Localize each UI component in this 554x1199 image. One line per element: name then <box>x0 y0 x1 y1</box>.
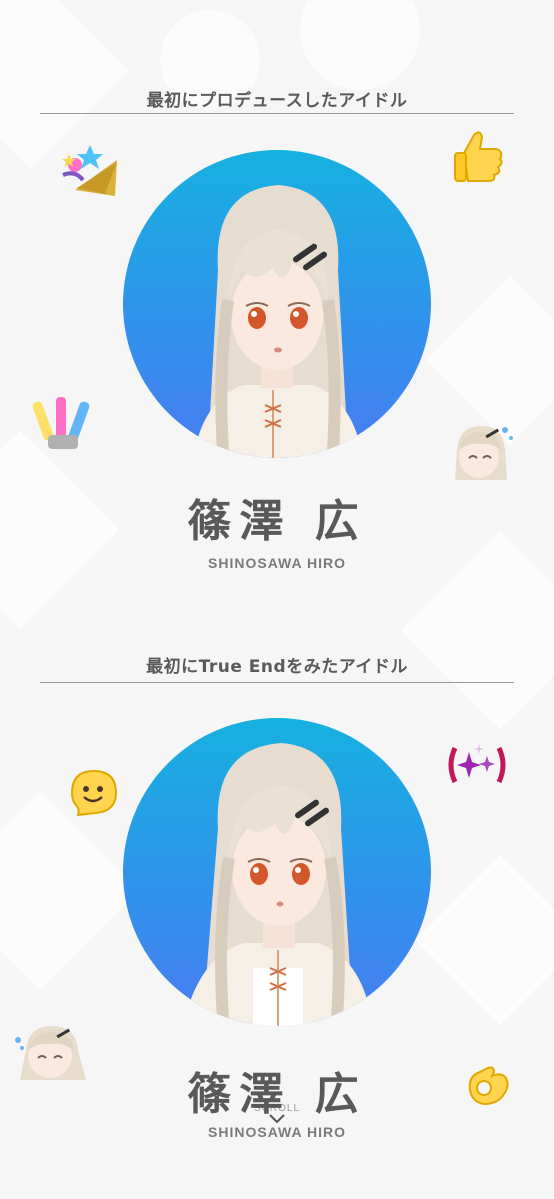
idol-name-jp: 篠澤 広 <box>187 496 367 547</box>
idol-name-en: SHINOSAWA HIRO <box>208 1124 346 1140</box>
idol-portrait[interactable] <box>123 150 431 458</box>
section-title: 最初にTrue Endをみたアイドル <box>146 657 408 677</box>
penlights-icon <box>30 395 102 459</box>
section-divider <box>40 113 514 114</box>
idol-portrait[interactable] <box>123 718 431 1026</box>
section-first-produced: 最初にプロデュースしたアイドル 篠澤 広 SHINOSAWA HIRO <box>0 0 554 600</box>
section-title: 最初にプロデュースしたアイドル <box>146 91 408 111</box>
smiley-icon <box>66 765 122 823</box>
section-divider <box>40 682 514 683</box>
idol-name-en: SHINOSAWA HIRO <box>208 555 346 571</box>
idol-illustration <box>193 185 363 458</box>
party-popper-icon <box>55 140 127 204</box>
idol-illustration <box>183 743 373 1026</box>
sparkles-icon <box>445 740 509 794</box>
section-first-true-end: 最初にTrue Endをみたアイドル SCROLL 篠澤 広 SHINOSAWA… <box>0 600 554 1199</box>
thumbs-up-icon <box>450 125 506 189</box>
